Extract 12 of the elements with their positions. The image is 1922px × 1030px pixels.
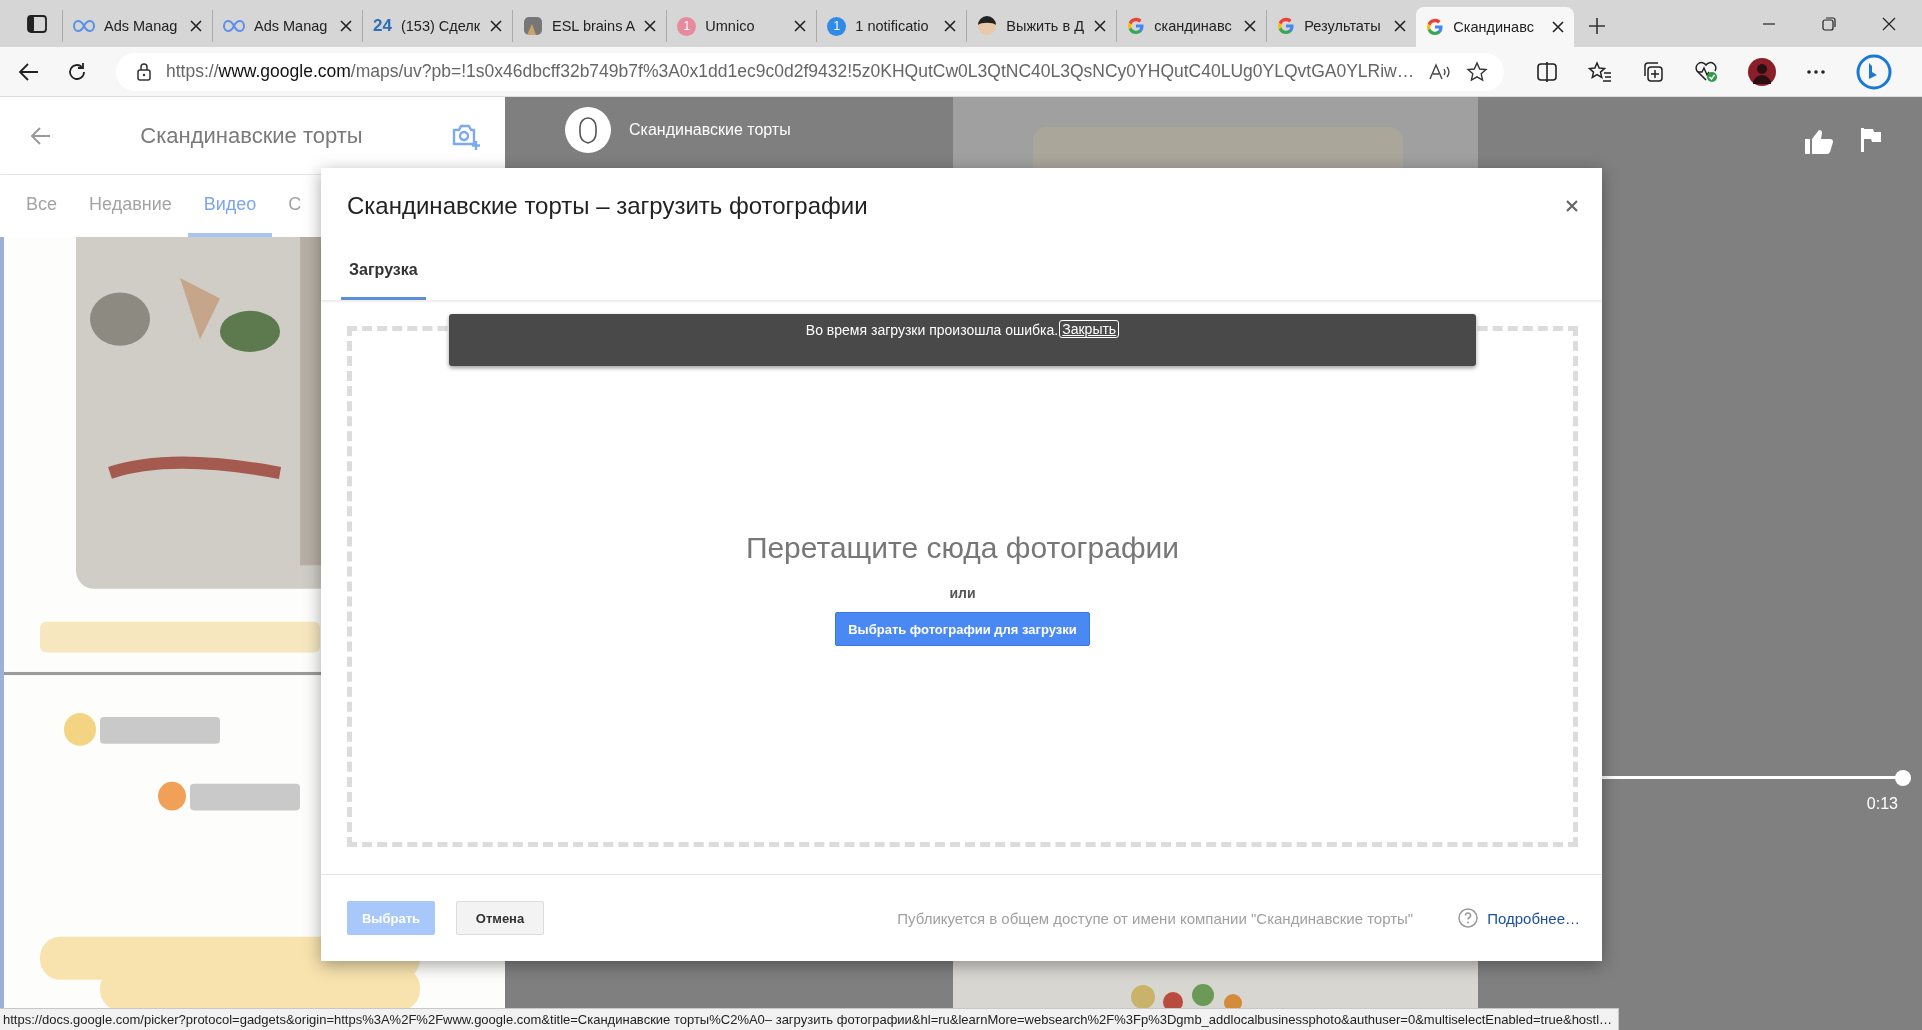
dialog-title: Скандинавские торты – загрузить фотографии (347, 191, 869, 220)
publish-note: Публикуется в общем доступе от имени компании "Скандинавские торты" (897, 909, 1414, 927)
or-label: или (949, 585, 976, 601)
notification-badge: 1 (677, 16, 697, 36)
notification-badge: 1 (827, 16, 847, 36)
url-text: https://www.google.com/maps/uv?pb=!1s0x46dbcff32b749b7f%3A0x1dd1ec9c0d2f9432!5z0KHQutCw0L3QtNC40L3QsNCy0YHQutC40LUg0YLQvtGA0YLRiw… (166, 61, 1414, 82)
elapsed-time: 0:13 (1866, 795, 1898, 813)
panel-title: Скандинавские торты (139, 122, 364, 149)
author-name: Скандинавские торты (629, 121, 791, 139)
status-bar: https://docs.google.com/picker?protocol=gadgets&origin=https%3A%2F%2Fwww.google.com&title=Скандинавские торты%C2%A0– загрузить фотографии&hl=ru&learnMore=websearch%2F%3Fp%3Dgmb_addlocalbusinessphoto&authuser=0&multiselectEnabled=true&hostl… (0, 1008, 1620, 1030)
drop-hint: Перетащите сюда фотографии (745, 531, 1180, 565)
tab-favicon: 24 (373, 16, 392, 36)
